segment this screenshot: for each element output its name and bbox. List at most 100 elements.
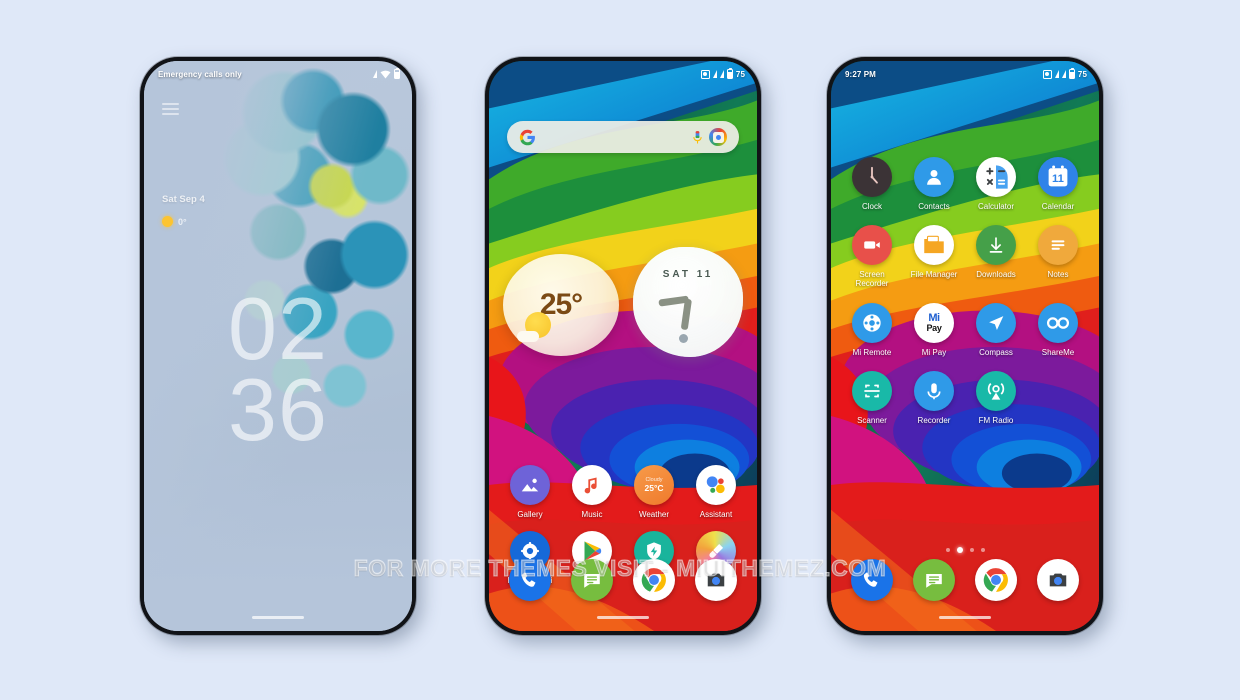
app-clock[interactable]: Clock [841,157,903,211]
screen-recorder-icon[interactable] [852,225,892,266]
fm-radio-icon[interactable] [976,370,1016,411]
assistant-icon[interactable] [696,465,736,505]
home-indicator[interactable] [597,616,649,619]
home-screen-display[interactable]: 75 25° SAT 11 Gallery Music Cloudy 25°C … [489,61,757,631]
lock-date-label: Sat Sep 4 [162,194,205,205]
contacts-icon[interactable] [914,157,954,197]
compass-icon[interactable] [976,302,1016,343]
page-dot[interactable] [945,548,950,552]
app-calendar[interactable]: 11 Calendar [1027,157,1089,211]
app-mi-remote[interactable]: Mi Remote [841,302,903,357]
clock-icon[interactable] [852,157,892,197]
app-label: Clock [861,202,882,211]
shareme-icon[interactable] [1038,302,1078,343]
drawer-dock [841,555,1089,605]
camera-icon[interactable] [695,559,737,601]
app-contacts[interactable]: Contacts [903,157,965,211]
battery-icon [726,67,733,79]
battery-percent: 75 [1077,69,1087,79]
drawer-status-icons: 75 [1042,67,1087,79]
home-indicator[interactable] [939,616,991,619]
app-compass[interactable]: Compass [965,302,1027,357]
file-manager-icon[interactable] [914,225,954,266]
app-downloads[interactable]: Downloads [965,225,1027,288]
lock-status-bar: Emergency calls only [144,61,412,83]
sun-icon [162,216,173,227]
weather-temp: 25°C [644,483,664,493]
cloud-icon [517,331,539,342]
mi-pay-icon[interactable]: Mi Pay [914,302,954,343]
app-mi-pay[interactable]: Mi Pay Mi Pay [903,302,965,357]
app-fm-radio[interactable]: FM Radio [965,370,1027,425]
app-label: ShareMe [1041,347,1075,357]
app-music[interactable]: Music [561,465,623,519]
app-scanner[interactable]: Scanner [841,370,903,425]
screenshot-icon [700,69,710,79]
app-label: Calculator [977,202,1014,211]
messages-icon[interactable] [571,559,613,601]
lock-clock: 02 36 [144,285,412,459]
scanner-icon[interactable] [852,370,892,411]
wifi-icon [380,70,391,78]
app-drawer-display[interactable]: 9:27 PM 75 Clock Contacts Calculator 11 … [831,61,1099,631]
home-indicator[interactable] [252,616,304,619]
drawer-app-grid: Clock Contacts Calculator 11 Calendar Sc… [841,157,1089,425]
google-lens-icon[interactable] [709,128,727,146]
app-shareme[interactable]: ShareMe [1027,302,1089,357]
app-screen-recorder[interactable]: Screen Recorder [841,225,903,288]
weather-icon[interactable]: Cloudy 25°C [634,465,674,505]
app-weather[interactable]: Cloudy 25°C Weather [623,465,685,519]
lock-clock-minutes: 36 [228,359,328,459]
recorder-icon[interactable] [914,370,954,411]
signal-icon [373,70,377,78]
google-search-bar[interactable] [507,121,739,153]
lock-weather-widget[interactable]: 0° [162,216,187,227]
app-label: Compass [979,347,1013,357]
signal-2-icon [719,70,724,78]
page-indicator[interactable] [831,547,1099,553]
app-calculator[interactable]: Calculator [965,157,1027,211]
app-label: Notes [1047,270,1069,280]
app-recorder[interactable]: Recorder [903,370,965,425]
page-dot-active[interactable] [956,547,963,553]
app-file-manager[interactable]: File Manager [903,225,965,288]
app-notes[interactable]: Notes [1027,225,1089,288]
app-label: Downloads [976,270,1016,280]
app-gallery[interactable]: Gallery [499,465,561,519]
app-label: Mi Pay [921,347,947,357]
page-dot[interactable] [969,548,974,552]
microphone-icon[interactable] [692,130,702,145]
gallery-icon[interactable] [510,465,550,505]
messages-icon[interactable] [913,559,955,601]
screenshot-icon [1042,69,1052,79]
app-label: Weather [638,510,670,519]
app-label: File Manager [910,270,958,280]
phone-lock-screen: Emergency calls only Sat Sep 4 0° 02 36 [140,57,416,635]
music-icon[interactable] [572,465,612,505]
calendar-icon[interactable]: 11 [1038,157,1078,197]
app-label: Contacts [918,202,950,211]
page-dot[interactable] [980,548,985,552]
home-dock [499,555,747,605]
weather-widget[interactable]: 25° [503,254,619,356]
lock-screen-display[interactable]: Emergency calls only Sat Sep 4 0° 02 36 [144,61,412,631]
battery-icon [1068,67,1075,79]
phone-icon[interactable] [509,559,551,601]
chrome-icon[interactable] [633,559,675,601]
clock-widget-label: SAT 11 [662,269,714,280]
drawer-status-bar: 9:27 PM 75 [831,61,1099,83]
clock-widget[interactable]: SAT 11 [633,247,743,357]
weather-condition: Cloudy [645,477,663,483]
lock-menu-icon[interactable] [162,103,179,118]
camera-icon[interactable] [1037,559,1079,601]
notes-icon[interactable] [1038,225,1078,266]
mi-remote-icon[interactable] [852,302,892,343]
app-assistant[interactable]: Assistant [685,465,747,519]
status-icons [373,67,400,79]
calculator-icon[interactable] [976,157,1016,197]
clock-time-label: 9:27 PM [845,69,876,79]
chrome-icon[interactable] [975,559,1017,601]
downloads-icon[interactable] [976,225,1016,266]
phone-app-drawer: 9:27 PM 75 Clock Contacts Calculator 11 … [827,57,1103,635]
phone-icon[interactable] [851,559,893,601]
